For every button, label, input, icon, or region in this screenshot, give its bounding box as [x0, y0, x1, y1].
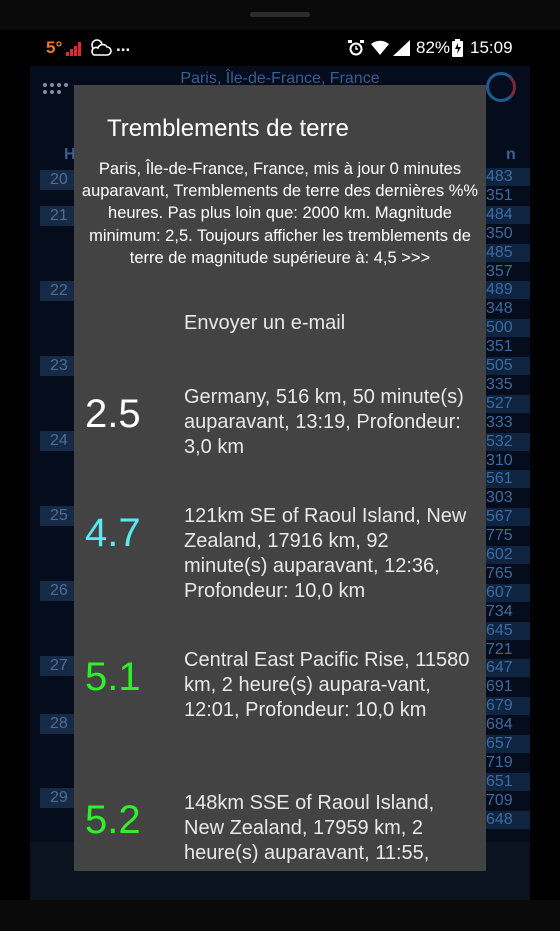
earpiece-speaker [250, 12, 310, 17]
quake-description: 148km SSE of Raoul Island, New Zealand, … [184, 792, 435, 864]
battery-percent: 82% [416, 38, 451, 57]
background-value-cell: 684 [486, 716, 513, 734]
cell-signal-icon [393, 40, 410, 56]
background-value-cell: 607 [486, 583, 530, 602]
background-value-cell: 485 [486, 243, 530, 262]
background-value-cell: 567 [486, 508, 530, 527]
background-value-cell: 651 [486, 772, 530, 791]
quake-magnitude: 5.2 [85, 798, 141, 842]
status-time: 15:09 [470, 38, 513, 57]
background-value-cell: 333 [486, 413, 513, 431]
partly-cloudy-icon [91, 39, 112, 56]
background-hour-label: 26 [40, 581, 74, 601]
background-hour-label: 24 [40, 431, 74, 451]
background-value-cell: 709 [486, 791, 513, 809]
background-value-cell: 719 [486, 753, 513, 771]
quake-magnitude: 5.1 [85, 655, 141, 699]
background-value-cell: 775 [486, 527, 513, 545]
background-value-cell: 357 [486, 262, 513, 280]
background-value-cell: 348 [486, 300, 513, 318]
background-value-cell: 351 [486, 186, 513, 204]
background-hour-label: 29 [40, 788, 74, 808]
refresh-ring-icon[interactable] [486, 72, 516, 102]
background-value-cell: 734 [486, 602, 513, 620]
background-value-cell: 721 [486, 640, 513, 658]
background-value-cell: 303 [486, 489, 513, 507]
background-value-cell: 527 [486, 394, 530, 413]
quake-description: Central East Pacific Rise, 11580 km, 2 h… [184, 649, 470, 721]
background-hour-label: 21 [40, 206, 74, 226]
phone-bottom-bezel [0, 900, 560, 931]
quake-description: 121km SE of Raoul Island, New Zealand, 1… [184, 505, 467, 602]
background-hour-label: 22 [40, 281, 74, 301]
send-email-button[interactable]: Envoyer un e-mail [184, 312, 345, 335]
background-value-cell: 645 [486, 621, 530, 640]
background-value-cell: 335 [486, 375, 513, 393]
background-value-cell: 691 [486, 678, 513, 696]
background-value-cell: 532 [486, 432, 530, 451]
background-value-cell: 648 [486, 810, 530, 829]
background-value-cell: 505 [486, 357, 530, 375]
background-value-cell: 350 [486, 224, 513, 242]
dialog-title: Tremblements de terre [107, 115, 349, 142]
background-hour-label: 28 [40, 714, 74, 734]
status-more-dots: ... [116, 36, 131, 55]
quake-magnitude: 2.5 [85, 392, 141, 436]
phone-top-bezel [0, 0, 560, 30]
background-column-header: n [506, 146, 516, 163]
background-value-cell: 765 [486, 564, 513, 582]
wifi-icon [371, 40, 389, 55]
quake-magnitude: 4.7 [85, 511, 141, 555]
background-value-cell: 351 [486, 338, 513, 356]
status-bar: 5° ... 82% 15:09 [30, 30, 530, 66]
background-value-cell: 679 [486, 697, 530, 716]
alarm-icon [348, 40, 364, 56]
background-value-cell: 484 [486, 205, 530, 224]
battery-charging-icon [452, 39, 463, 57]
background-value-cell: 483 [486, 168, 530, 186]
background-hour-label: 27 [40, 656, 74, 676]
earthquake-dialog: Tremblements de terre Paris, Île-de-Fran… [74, 85, 486, 871]
dialog-settings-link[interactable]: Paris, Île-de-France, France, mis à jour… [78, 158, 482, 269]
background-value-cell: 647 [486, 659, 530, 678]
background-value-cell: 657 [486, 735, 530, 753]
background-value-cell: 310 [486, 451, 513, 469]
signal-bars-icon [66, 42, 81, 56]
status-temperature: 5° [46, 38, 63, 57]
background-hour-label: 23 [40, 356, 74, 376]
background-value-cell: 602 [486, 546, 530, 564]
background-value-cell: 561 [486, 470, 530, 489]
background-value-cell: 500 [486, 319, 530, 338]
background-hour-label: 25 [40, 506, 74, 526]
background-value-cell: 489 [486, 281, 530, 300]
background-hour-label: 20 [40, 170, 74, 190]
quake-description: Germany, 516 km, 50 minute(s) auparavant… [184, 386, 464, 458]
